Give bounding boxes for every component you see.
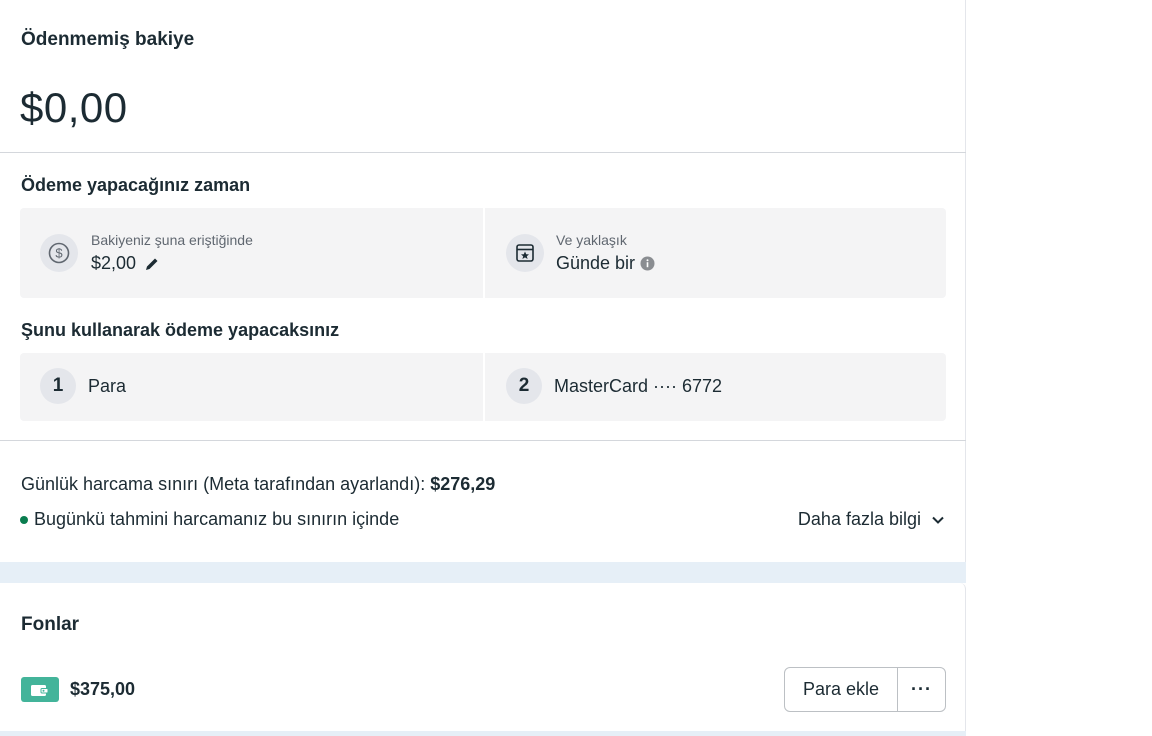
when-pay-title: Ödeme yapacağınız zaman: [21, 175, 251, 195]
section-gap: [0, 562, 966, 583]
more-options-button[interactable]: ···: [898, 668, 945, 711]
more-info-toggle[interactable]: Daha fazla bilgi: [798, 509, 945, 530]
funds-amount: $375,00: [70, 679, 136, 699]
status-text: Bugünkü tahmini harcamanız bu sınırın iç…: [34, 509, 400, 529]
payment-methods-title: Şunu kullanarak ödeme yapacaksınız: [21, 320, 340, 340]
threshold-label: Bakiyeniz şuna eriştiğinde: [91, 232, 253, 248]
payment-method-item[interactable]: 2 MasterCard ···· 6772: [483, 353, 946, 421]
divider: [0, 152, 966, 153]
billing-page: Ödenmemiş bakiye $0,00 Ödeme yapacağınız…: [0, 0, 1152, 736]
order-badge: 1: [40, 368, 76, 404]
payment-methods-row: 1 Para 2 MasterCard ···· 6772: [20, 353, 946, 421]
limit-value: $276,29: [430, 474, 496, 494]
schedule-value: Günde bir: [556, 253, 636, 273]
unpaid-balance-amount: $0,00: [20, 84, 128, 131]
threshold-value-group: $2,00: [91, 253, 160, 274]
balance-panel: Ödenmemiş bakiye $0,00 Ödeme yapacağınız…: [0, 0, 966, 562]
calendar-star-icon: [506, 234, 544, 272]
svg-text:$: $: [55, 246, 63, 261]
payment-method-label: Para: [88, 376, 127, 396]
threshold-cell: $ Bakiyeniz şuna eriştiğinde $2,00: [20, 208, 483, 298]
spend-status: Bugünkü tahmini harcamanız bu sınırın iç…: [20, 509, 399, 530]
schedule-cell: Ve yaklaşık Günde bir: [483, 208, 946, 298]
more-info-label: Daha fazla bilgi: [797, 509, 921, 529]
unpaid-balance-title: Ödenmemiş bakiye: [21, 29, 195, 50]
funds-actions: Para ekle ···: [784, 667, 946, 712]
status-dot-icon: [20, 515, 28, 524]
limit-prefix: Günlük harcama sınırı (Meta tarafından a…: [21, 474, 431, 494]
order-badge: 2: [506, 368, 542, 404]
schedule-value-group: Günde bir: [556, 253, 655, 274]
chevron-down-icon: [931, 513, 945, 527]
add-money-button[interactable]: Para ekle: [785, 668, 898, 711]
schedule-label: Ve yaklaşık: [556, 232, 627, 248]
pencil-icon[interactable]: [144, 256, 160, 272]
threshold-value: $2,00: [91, 253, 137, 273]
dollar-circle-icon: $: [40, 234, 78, 272]
billing-threshold-row: $ Bakiyeniz şuna eriştiğinde $2,00 Ve ya…: [20, 208, 946, 298]
daily-spend-limit: Günlük harcama sınırı (Meta tarafından a…: [21, 474, 495, 495]
payment-method-label: MasterCard ···· 6772: [554, 376, 723, 396]
section-gap: [0, 731, 966, 736]
funds-title: Fonlar: [21, 614, 80, 635]
wallet-icon: [21, 677, 59, 702]
divider: [0, 440, 966, 441]
payment-method-item[interactable]: 1 Para: [20, 353, 483, 421]
info-icon[interactable]: [640, 256, 655, 271]
